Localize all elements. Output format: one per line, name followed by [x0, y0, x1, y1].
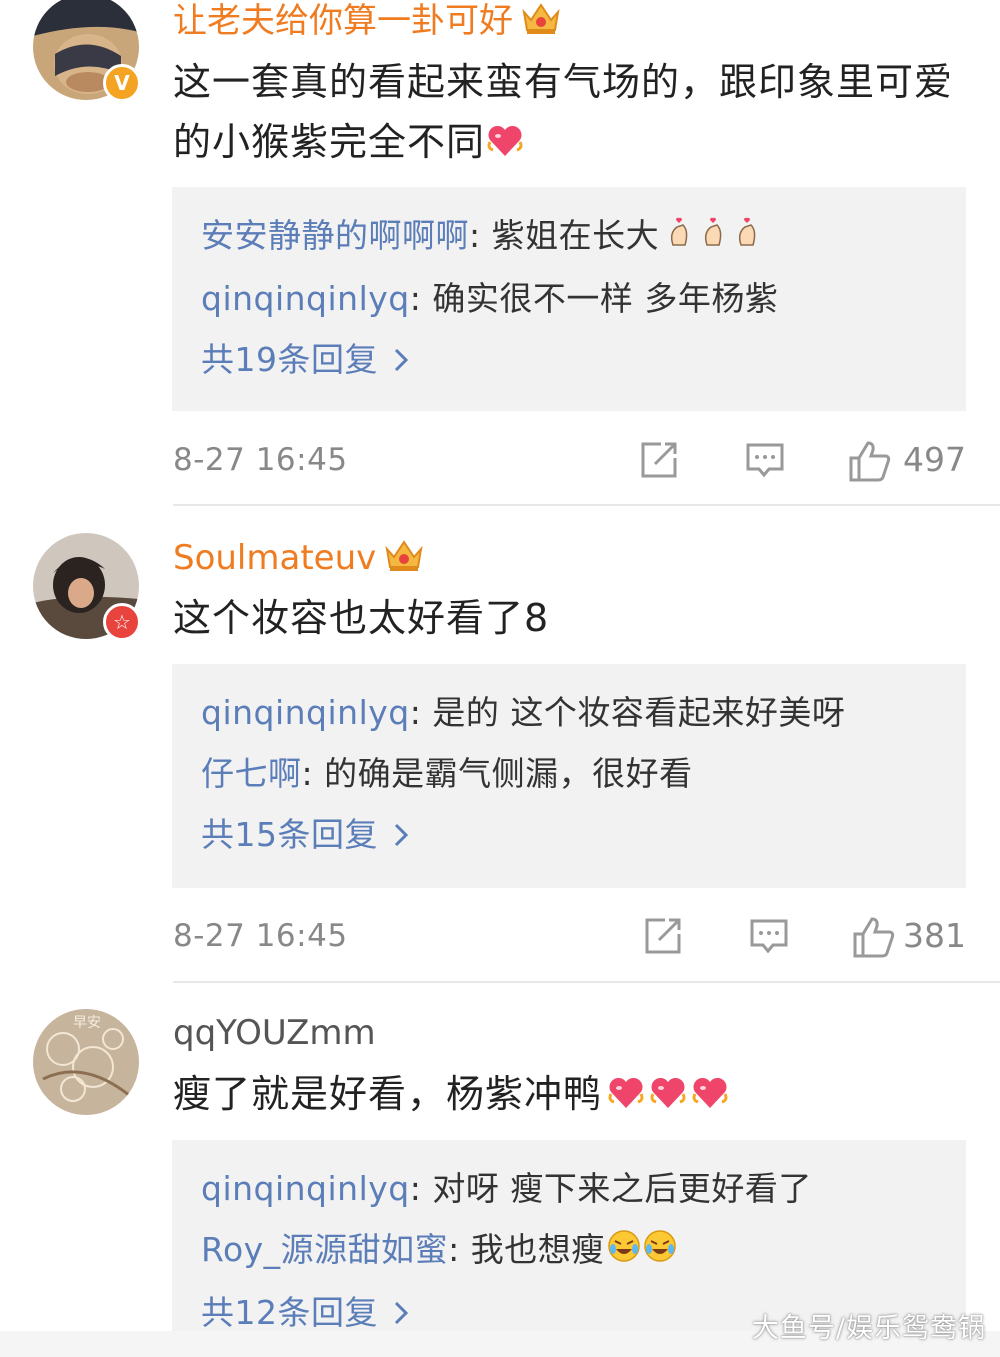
- chevron-right-icon: [394, 823, 408, 846]
- finger-heart-emoji-icon: [667, 207, 763, 268]
- reply-box[interactable]: 安安静静的啊啊啊: 紫姐在长大 qinqinqinlyq: 确实很不一样 多年杨…: [172, 187, 966, 411]
- reply-box[interactable]: qinqinqinlyq: 对呀 瘦下来之后更好看了 Roy_源源甜如蜜: 我也…: [172, 1140, 966, 1331]
- reply-username[interactable]: qinqinqinlyq: [201, 693, 410, 732]
- comment-text: 这一套真的看起来蛮有气场的，跟印象里可爱的小猴紫完全不同: [173, 60, 954, 164]
- like-count: 381: [903, 916, 966, 955]
- reply-text: 我也想瘦: [470, 1230, 605, 1269]
- timestamp: 8-27 16:45: [173, 918, 348, 954]
- crown-icon: [521, 0, 561, 45]
- comment-icon[interactable]: [745, 440, 785, 484]
- reply-text: 是的 这个妆容看起来好美呀: [432, 693, 846, 732]
- share-icon[interactable]: [639, 440, 679, 484]
- view-more-replies-link[interactable]: 共15条回复: [201, 804, 966, 865]
- like-count: 497: [903, 440, 966, 479]
- reply-username[interactable]: qinqinqinlyq: [201, 279, 410, 318]
- verified-badge-icon: V: [103, 64, 141, 102]
- comment-icon[interactable]: [749, 916, 789, 960]
- reply-text: 的确是霸气侧漏，很好看: [324, 754, 693, 793]
- avatar[interactable]: ☆: [33, 533, 141, 641]
- reply-item[interactable]: 安安静静的啊啊啊: 紫姐在长大: [201, 205, 966, 268]
- star-badge-icon: ☆: [103, 603, 141, 641]
- reply-item[interactable]: qinqinqinlyq: 对呀 瘦下来之后更好看了: [201, 1158, 966, 1219]
- reply-item[interactable]: 仔七啊: 的确是霸气侧漏，很好看: [201, 743, 966, 804]
- reply-text: 对呀 瘦下来之后更好看了: [432, 1169, 812, 1208]
- reply-text: 确实很不一样 多年杨紫: [432, 279, 779, 318]
- share-icon[interactable]: [643, 916, 683, 960]
- crown-icon: [384, 537, 424, 582]
- reply-item[interactable]: qinqinqinlyq: 是的 这个妆容看起来好美呀: [201, 682, 966, 743]
- heart-emoji-icon: [606, 1067, 730, 1127]
- reply-item[interactable]: Roy_源源甜如蜜: 我也想瘦: [201, 1219, 966, 1282]
- username[interactable]: qqYOUZmm: [173, 1013, 376, 1053]
- username[interactable]: Soulmateuv: [173, 538, 376, 578]
- svg-text:早安: 早安: [73, 1015, 101, 1031]
- reply-username[interactable]: 仔七啊: [201, 754, 302, 793]
- watermark: 大鱼号/娱乐鸳鸯锅: [751, 1313, 986, 1344]
- reply-username[interactable]: qinqinqinlyq: [201, 1169, 410, 1208]
- chevron-right-icon: [394, 1301, 408, 1324]
- comment-text: 瘦了就是好看，杨紫冲鸭: [173, 1072, 603, 1116]
- reply-username[interactable]: Roy_源源甜如蜜: [201, 1230, 448, 1269]
- comment-text: 这个妆容也太好看了8: [173, 596, 550, 640]
- thumbs-up-icon[interactable]: [848, 440, 892, 486]
- username[interactable]: 让老夫给你算一卦可好: [173, 1, 513, 41]
- avatar[interactable]: V: [33, 0, 141, 102]
- divider: [173, 981, 1000, 983]
- reply-box[interactable]: qinqinqinlyq: 是的 这个妆容看起来好美呀 仔七啊: 的确是霸气侧漏…: [172, 664, 966, 888]
- reply-username[interactable]: 安安静静的啊啊啊: [201, 216, 469, 255]
- view-more-replies-link[interactable]: 共19条回复: [201, 329, 966, 390]
- reply-item[interactable]: qinqinqinlyq: 确实很不一样 多年杨紫: [201, 268, 966, 329]
- timestamp: 8-27 16:45: [173, 442, 348, 478]
- chevron-right-icon: [394, 348, 408, 371]
- avatar[interactable]: 早安: [33, 1009, 139, 1115]
- reply-text: 紫姐在长大: [491, 216, 660, 255]
- thumbs-up-icon[interactable]: [852, 916, 896, 962]
- heart-emoji-icon: [485, 115, 525, 175]
- laugh-cry-emoji-icon: [607, 1221, 679, 1282]
- divider: [173, 504, 1000, 506]
